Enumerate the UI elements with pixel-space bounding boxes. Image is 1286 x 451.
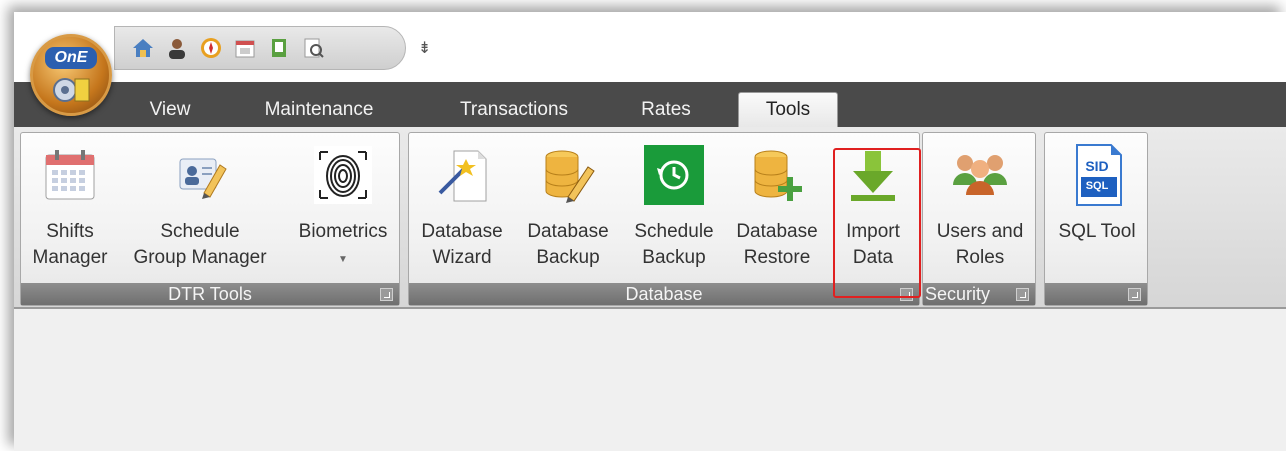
dialog-launcher-icon[interactable] <box>1128 288 1141 301</box>
button-label: Schedule Backup <box>634 219 713 271</box>
group-title-text: Security <box>925 284 991 304</box>
button-label: Database Restore <box>736 219 817 271</box>
ribbon-panel: Shifts Manager Schedule Group Manager Bi… <box>14 127 1286 309</box>
tab-tools[interactable]: Tools <box>738 92 838 127</box>
tab-label: Transactions <box>459 98 569 120</box>
group-title: DTR Tools <box>21 283 399 305</box>
button-label: Biometrics ▼ <box>299 219 388 273</box>
button-label: Database Wizard <box>421 219 502 271</box>
label-line-1: Schedule <box>634 221 714 242</box>
group-sql: SID SQL SQL Tool <box>1044 132 1148 306</box>
label-line-2: Backup <box>642 247 706 268</box>
database-restore-button[interactable]: Database Restore <box>727 133 827 283</box>
label-line-2: Backup <box>536 247 600 268</box>
calendar-icon[interactable] <box>233 36 257 60</box>
calendar-icon <box>38 143 102 207</box>
dropdown-arrow-icon: ▼ <box>338 254 348 265</box>
schedule-group-manager-button[interactable]: Schedule Group Manager <box>125 133 275 283</box>
label-line-2: Roles <box>955 247 1005 268</box>
label-line-1: Database <box>527 221 609 242</box>
main-content-area <box>14 309 1286 451</box>
dialog-launcher-icon[interactable] <box>1016 288 1029 301</box>
dialog-launcher-icon[interactable] <box>380 288 393 301</box>
app-menu-button[interactable]: OnE <box>30 34 112 116</box>
customize-qat-button[interactable]: ⇟ <box>418 38 431 57</box>
button-label: Schedule Group Manager <box>133 219 266 271</box>
button-label: SQL Tool <box>1058 219 1135 245</box>
wizard-wand-icon <box>430 143 494 207</box>
database-backup-button[interactable]: Database Backup <box>517 133 619 283</box>
label-line-1: Database <box>421 221 503 242</box>
annotation-highlight-box <box>833 148 921 298</box>
label-line-1: Schedule <box>160 221 240 242</box>
shifts-manager-button[interactable]: Shifts Manager <box>25 133 115 283</box>
sql-icon-text-top: SID <box>1085 158 1109 174</box>
label-line-1: SQL Tool <box>1058 221 1136 242</box>
label-line-2: Group Manager <box>133 247 267 268</box>
label-line-2: Manager <box>32 247 108 268</box>
users-and-roles-button[interactable]: Users and Roles <box>925 133 1035 283</box>
schedule-backup-button[interactable]: Schedule Backup <box>623 133 725 283</box>
tab-label: Tools <box>765 99 811 120</box>
label-line-1: Database <box>736 221 818 242</box>
sql-tool-icon: SID SQL <box>1065 143 1129 207</box>
button-label: Shifts Manager <box>33 219 108 271</box>
database-wizard-button[interactable]: Database Wizard <box>411 133 513 283</box>
database-edit-icon <box>536 143 600 207</box>
group-security: Users and Roles Security <box>922 132 1036 306</box>
label-line-2: Restore <box>743 247 811 268</box>
ribbon-tab-strip: View Maintenance Transactions Rates Tool… <box>14 82 1286 127</box>
fingerprint-icon <box>311 143 375 207</box>
button-label: Users and Roles <box>937 219 1024 271</box>
app-window: ⇟ OnE View Maintenance Transactions Rate… <box>14 12 1286 451</box>
clock-history-icon <box>642 143 706 207</box>
tab-view[interactable]: View <box>134 92 206 127</box>
report-icon[interactable] <box>301 36 325 60</box>
tab-label: Rates <box>641 98 691 120</box>
home-icon[interactable] <box>131 36 155 60</box>
biometrics-button[interactable]: Biometrics ▼ <box>291 133 395 283</box>
label-line-2: Wizard <box>432 247 492 268</box>
tab-label: Maintenance <box>264 98 374 120</box>
notebook-icon[interactable] <box>267 36 291 60</box>
database-add-icon <box>745 143 809 207</box>
sql-icon-text-bottom: SQL <box>1085 180 1109 192</box>
compass-icon[interactable] <box>199 36 223 60</box>
label-line-1: Shifts <box>46 221 94 242</box>
group-dtr-tools: Shifts Manager Schedule Group Manager Bi… <box>20 132 400 306</box>
user-icon[interactable] <box>165 36 189 60</box>
group-title-text: DTR Tools <box>168 284 252 304</box>
tab-maintenance[interactable]: Maintenance <box>244 92 394 127</box>
user-card-edit-icon <box>168 143 232 207</box>
tab-label: View <box>149 98 191 120</box>
button-label: Database Backup <box>527 219 608 271</box>
tab-transactions[interactable]: Transactions <box>434 92 594 127</box>
quick-access-toolbar <box>114 26 406 70</box>
users-group-icon <box>948 143 1012 207</box>
logo-text: OnE <box>45 47 97 69</box>
label-line-1: Biometrics <box>298 221 388 242</box>
group-title-text: Database <box>625 284 703 304</box>
label-line-1: Users and <box>936 221 1024 242</box>
tab-rates[interactable]: Rates <box>626 92 706 127</box>
sql-tool-button[interactable]: SID SQL SQL Tool <box>1047 133 1147 283</box>
title-bar: ⇟ <box>14 12 1286 82</box>
